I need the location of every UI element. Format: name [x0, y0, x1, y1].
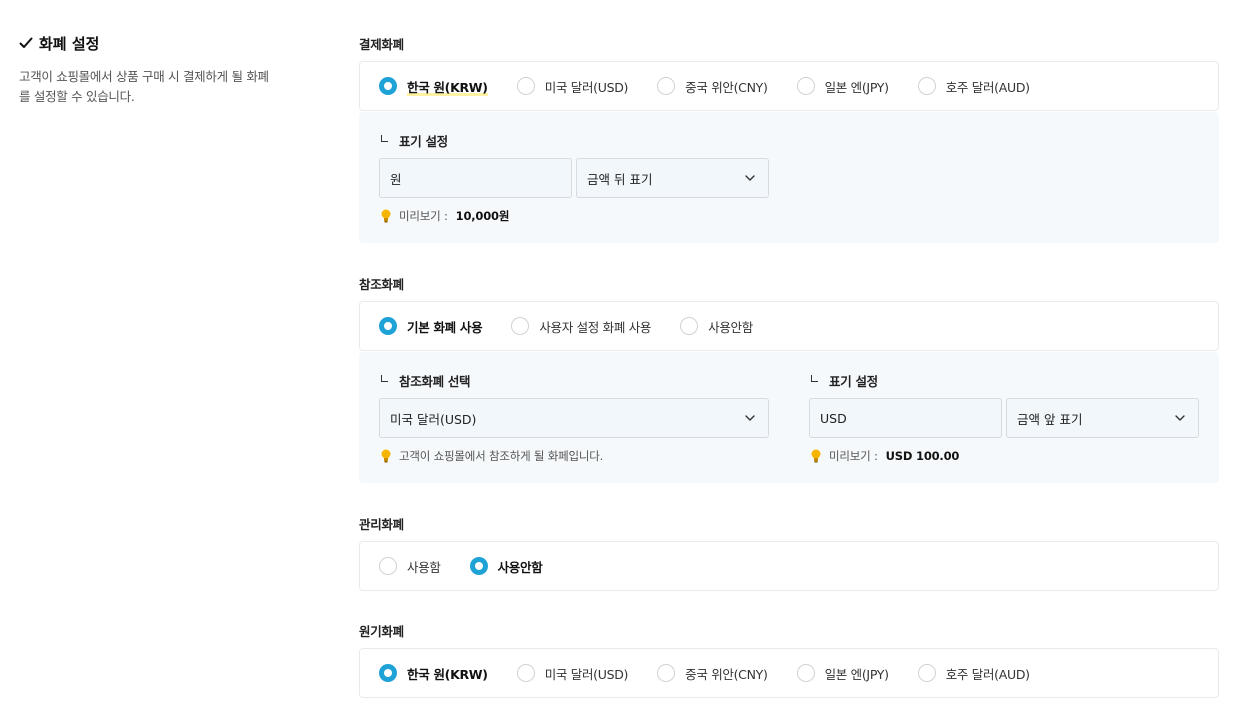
base-radio-usd[interactable]: 미국 달러(USD)	[516, 664, 629, 683]
radio-label: 중국 위안(CNY)	[685, 79, 768, 95]
radio-label: 중국 위안(CNY)	[685, 666, 768, 682]
radio-label: 미국 달러(USD)	[544, 666, 629, 682]
reference-symbol-input[interactable]: USD	[809, 398, 1002, 438]
radio-icon[interactable]	[917, 77, 936, 95]
base-currency-radio-group: 한국 원(KRW) 미국 달러(USD) 중국 위안(CNY) 일본 엔(JPY…	[359, 648, 1219, 698]
radio-label: 호주 달러(AUD)	[945, 666, 1030, 682]
reference-settings-panel: 참조화폐 선택 미국 달러(USD) 고객이 쇼핑몰에서 참조하게 될 화페입니…	[359, 352, 1219, 483]
preview-hint: 미리보기 : 10,000원	[380, 208, 509, 224]
lightbulb-icon	[811, 449, 821, 463]
corner-arrow-icon	[811, 375, 818, 382]
reference-currency-select[interactable]: 미국 달러(USD)	[379, 398, 769, 438]
display-settings-title: 표기 설정	[381, 131, 448, 150]
payment-display-panel: 표기 설정 원 금액 뒤 표기 미리보기 : 10,000원	[359, 112, 1219, 243]
radio-icon[interactable]	[796, 664, 815, 682]
radio-label: 한국 원(KRW)	[407, 666, 488, 682]
chevron-down-icon	[745, 175, 755, 181]
radio-icon[interactable]	[511, 317, 530, 335]
payment-currency-radio-group: 한국 원(KRW) 미국 달러(USD) 중국 위안(CNY) 일본 엔(JPY…	[359, 61, 1219, 111]
section-title-text: 화폐 설정	[39, 34, 100, 53]
hint-text: 고객이 쇼핑몰에서 참조하게 될 화페입니다.	[399, 449, 604, 463]
preview-label: 미리보기 :	[399, 209, 448, 223]
check-icon	[19, 37, 33, 48]
payment-radio-cny[interactable]: 중국 위안(CNY)	[657, 77, 768, 96]
management-radio-use[interactable]: 사용함	[379, 557, 441, 576]
lightbulb-icon	[381, 449, 391, 463]
radio-label: 호주 달러(AUD)	[945, 79, 1030, 95]
management-currency-radio-group: 사용함 사용안함	[359, 541, 1219, 591]
radio-label: 사용안함	[708, 319, 753, 335]
corner-arrow-icon	[381, 375, 388, 382]
radio-label: 사용안함	[497, 559, 543, 575]
base-radio-krw[interactable]: 한국 원(KRW)	[379, 664, 488, 683]
section-description: 고객이 쇼핑몰에서 상품 구매 시 결제하게 될 화폐를 설정할 수 있습니다.	[19, 69, 269, 104]
radio-icon[interactable]	[379, 557, 397, 575]
reference-radio-custom[interactable]: 사용자 설정 화폐 사용	[511, 317, 651, 336]
preview-hint: 미리보기 : USD 100.00	[810, 448, 959, 464]
reference-hint: 고객이 쇼핑몰에서 참조하게 될 화페입니다.	[380, 448, 603, 464]
select-value: 금액 뒤 표기	[587, 171, 653, 187]
base-currency-label: 원기화폐	[359, 624, 404, 639]
base-radio-cny[interactable]: 중국 위안(CNY)	[657, 664, 768, 683]
radio-icon[interactable]	[516, 664, 535, 682]
radio-selected-icon[interactable]	[379, 664, 397, 682]
chevron-down-icon	[1175, 415, 1185, 421]
radio-icon[interactable]	[657, 77, 676, 95]
chevron-down-icon	[745, 415, 755, 421]
settings-sidebar: 화폐 설정 고객이 쇼핑몰에서 상품 구매 시 결제하게 될 화폐를 설정할 수…	[19, 33, 269, 107]
lightbulb-icon	[381, 209, 391, 223]
payment-radio-jpy[interactable]: 일본 엔(JPY)	[796, 77, 889, 96]
reference-currency-radio-group: 기본 화폐 사용 사용자 설정 화폐 사용 사용안함	[359, 301, 1219, 351]
radio-label: 한국 원(KRW)	[407, 77, 488, 96]
reference-radio-default[interactable]: 기본 화폐 사용	[379, 317, 483, 336]
radio-label: 일본 엔(JPY)	[824, 79, 889, 95]
radio-icon[interactable]	[680, 317, 699, 335]
reference-position-select[interactable]: 금액 앞 표기	[1006, 398, 1199, 438]
radio-label: 일본 엔(JPY)	[824, 666, 889, 682]
management-radio-none[interactable]: 사용안함	[469, 557, 543, 576]
radio-selected-icon[interactable]	[469, 557, 488, 575]
currency-symbol-input[interactable]: 원	[379, 158, 572, 198]
reference-radio-none[interactable]: 사용안함	[680, 317, 753, 336]
preview-label: 미리보기 :	[829, 449, 878, 463]
radio-selected-icon[interactable]	[379, 317, 397, 335]
radio-label: 미국 달러(USD)	[544, 79, 629, 95]
display-settings-title: 표기 설정	[811, 371, 878, 390]
base-radio-aud[interactable]: 호주 달러(AUD)	[917, 664, 1030, 683]
preview-value: USD 100.00	[885, 449, 960, 463]
base-radio-jpy[interactable]: 일본 엔(JPY)	[796, 664, 889, 683]
management-currency-label: 관리화폐	[359, 517, 404, 532]
section-title: 화폐 설정	[19, 33, 269, 53]
radio-selected-icon[interactable]	[379, 77, 397, 95]
radio-label: 사용자 설정 화폐 사용	[539, 319, 652, 335]
radio-icon[interactable]	[516, 77, 535, 95]
payment-radio-usd[interactable]: 미국 달러(USD)	[516, 77, 629, 96]
payment-radio-aud[interactable]: 호주 달러(AUD)	[917, 77, 1030, 96]
radio-label: 사용함	[407, 559, 441, 575]
radio-icon[interactable]	[917, 664, 936, 682]
select-value: 금액 앞 표기	[1017, 411, 1083, 427]
payment-radio-krw[interactable]: 한국 원(KRW)	[379, 77, 488, 96]
preview-value: 10,000원	[455, 209, 510, 223]
reference-select-title: 참조화폐 선택	[381, 371, 471, 390]
radio-label: 기본 화폐 사용	[407, 319, 483, 335]
radio-icon[interactable]	[657, 664, 676, 682]
select-value: 미국 달러(USD)	[390, 411, 477, 427]
payment-currency-label: 결제화폐	[359, 37, 404, 52]
symbol-position-select[interactable]: 금액 뒤 표기	[576, 158, 769, 198]
reference-currency-label: 참조화폐	[359, 277, 404, 292]
corner-arrow-icon	[381, 135, 388, 142]
radio-icon[interactable]	[796, 77, 815, 95]
